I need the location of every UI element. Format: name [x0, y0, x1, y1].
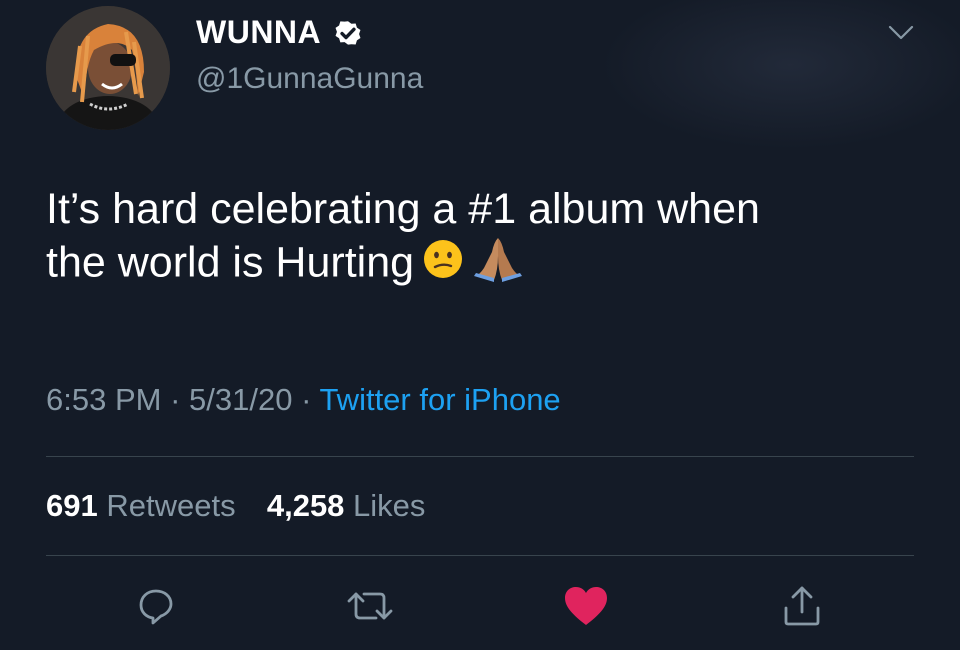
folded-hands-icon — [472, 236, 524, 295]
tweet-time[interactable]: 6:53 PM — [46, 382, 161, 417]
retweet-button[interactable] — [346, 584, 394, 632]
retweets-count: 691 — [46, 488, 98, 523]
heart-icon — [563, 585, 609, 632]
display-name-text: WUNNA — [196, 14, 322, 50]
retweets-stat[interactable]: 691 Retweets — [46, 488, 236, 523]
tweet-text: It’s hard celebrating a #1 album when th… — [46, 184, 926, 294]
divider-top — [46, 456, 914, 457]
retweets-label: Retweets — [106, 488, 236, 523]
tweet-text-line-2: the world is Hurting — [46, 236, 926, 295]
verified-badge-icon — [331, 16, 365, 50]
chevron-down-icon[interactable] — [886, 22, 916, 44]
reply-button[interactable] — [132, 584, 180, 632]
meta-separator-1: · — [161, 382, 190, 417]
confused-face-icon — [422, 238, 464, 293]
share-icon — [780, 584, 824, 633]
author-handle[interactable]: @1GunnaGunna — [196, 62, 423, 96]
tweet-source-link[interactable]: Twitter for iPhone — [319, 382, 560, 417]
likes-label: Likes — [353, 488, 426, 523]
tweet-meta: 6:53 PM · 5/31/20 · Twitter for iPhone — [46, 382, 561, 418]
tweet-text-line-1: It’s hard celebrating a #1 album when — [46, 185, 760, 233]
tweet-text-line-2-text: the world is Hurting — [46, 238, 415, 287]
likes-stat[interactable]: 4,258 Likes — [267, 488, 426, 523]
likes-count: 4,258 — [266, 488, 345, 523]
share-button[interactable] — [778, 584, 826, 632]
author-display-name[interactable]: WUNNA — [196, 14, 365, 51]
meta-separator-2: · — [292, 382, 320, 417]
divider-bottom — [46, 555, 914, 556]
tweet-date[interactable]: 5/31/20 — [189, 382, 292, 417]
tweet-stats: 691 Retweets 4,258 Likes — [46, 488, 425, 524]
reply-icon — [136, 586, 176, 631]
like-button[interactable] — [562, 584, 610, 632]
retweet-icon — [346, 586, 394, 631]
avatar[interactable] — [46, 6, 170, 130]
